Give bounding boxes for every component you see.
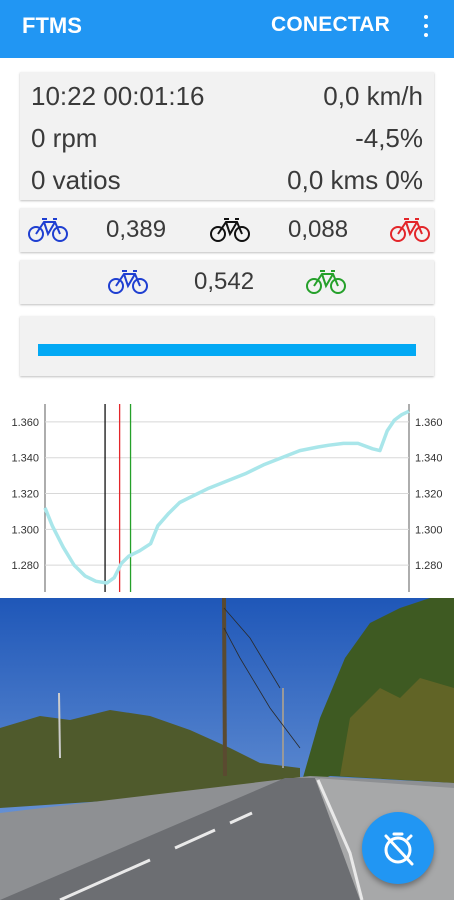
y-tick-label-right: 1.360	[415, 417, 443, 429]
more-vert-icon[interactable]	[416, 12, 436, 42]
bicycle-black-icon	[210, 218, 250, 242]
bicycle-blue-icon	[108, 270, 148, 294]
app-title: FTMS	[22, 13, 82, 38]
y-tick-label-left: 1.300	[11, 524, 39, 536]
stats-card: 10:22 00:01:16 0,0 km/h 0 rpm -4,5% 0 va…	[20, 72, 434, 200]
app-bar: FTMS CONECTAR	[0, 0, 454, 58]
bicycle-red-icon	[390, 218, 430, 242]
distance-value: 0,0 kms 0%	[287, 165, 423, 195]
y-tick-label-right: 1.320	[415, 489, 443, 501]
timer-button[interactable]	[362, 812, 434, 884]
connect-button[interactable]: CONECTAR	[271, 13, 390, 37]
riders-gap-card: 0,389 0,088	[20, 208, 434, 252]
bicycle-green-icon	[306, 270, 346, 294]
elevation-chart: 1.280 1.280 1.300 1.300 1.320 1.320 1.340 1.340…	[11, 404, 443, 592]
power-value: 0 vatios	[31, 165, 121, 195]
gap-black-value: 0,088	[288, 216, 349, 243]
grade-value: -4,5%	[355, 123, 423, 153]
riders-total-card: 0,542	[20, 260, 434, 304]
gap-blue-value: 0,389	[106, 216, 167, 243]
y-tick-label-right: 1.340	[415, 453, 443, 465]
gap-total-value: 0,542	[194, 268, 255, 295]
elevation-profile-line	[43, 409, 410, 585]
timer-off-icon	[384, 832, 414, 866]
clock-value: 10:22 00:01:16	[31, 81, 205, 111]
y-tick-label-right: 1.300	[415, 524, 443, 536]
y-tick-label-left: 1.340	[11, 453, 39, 465]
progress-bar	[38, 344, 416, 356]
y-tick-label-left: 1.280	[11, 560, 39, 572]
speed-value: 0,0 km/h	[323, 81, 423, 111]
y-tick-label-left: 1.360	[11, 417, 39, 429]
y-tick-label-right: 1.280	[415, 560, 443, 572]
progress-track	[38, 344, 416, 356]
progress-card	[20, 316, 434, 376]
cadence-value: 0 rpm	[31, 123, 98, 153]
bicycle-blue-icon	[28, 218, 68, 242]
y-tick-label-left: 1.320	[11, 489, 39, 501]
